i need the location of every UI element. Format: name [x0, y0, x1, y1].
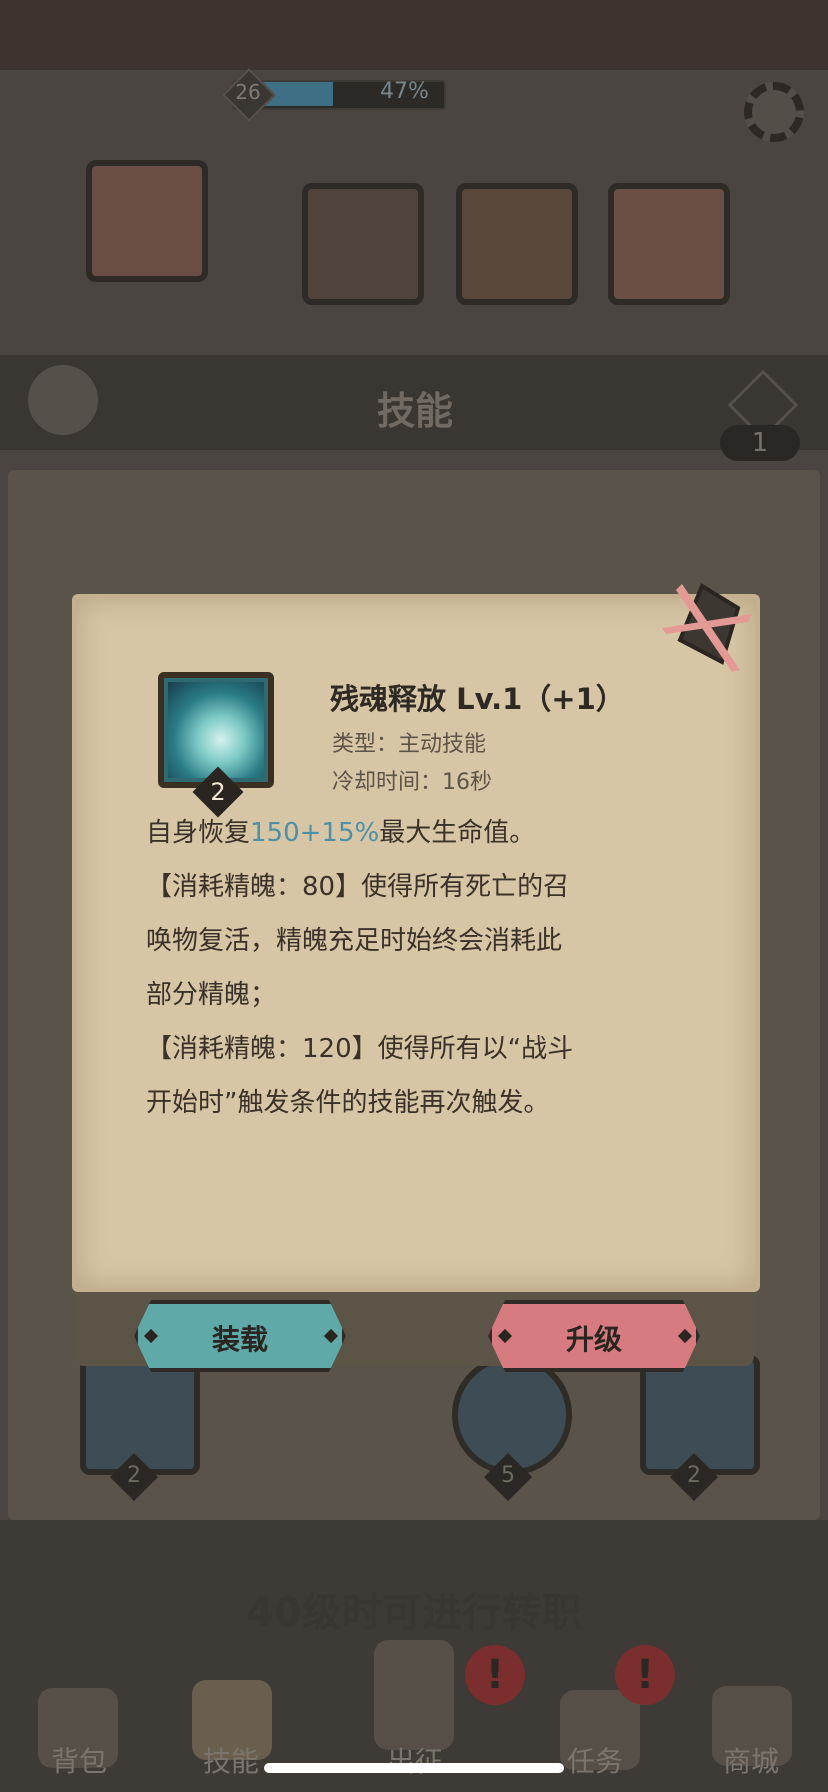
nav-skills[interactable]: 技能 [176, 1740, 286, 1780]
tree-slot-1-level: 2 [127, 1463, 141, 1488]
xp-percent: 47% [380, 79, 429, 104]
skill-detail-modal: 2 残魂释放 Lv.1（+1） 类型：主动技能 冷却时间：16秒 自身恢复150… [62, 583, 760, 1426]
skill-name: 残魂释放 Lv.1（+1） [330, 682, 625, 716]
home-indicator[interactable] [264, 1763, 564, 1773]
nav-shop[interactable]: 商城 [696, 1740, 806, 1780]
skill-cooldown: 冷却时间：16秒 [332, 770, 492, 795]
alert-icon: ! [465, 1645, 525, 1705]
hero-slot-4[interactable] [608, 183, 730, 305]
nav-expedition[interactable]: 出征 [360, 1740, 470, 1780]
description-line: 开始时”触发条件的技能再次触发。 [146, 1088, 550, 1118]
close-icon[interactable] [652, 574, 760, 682]
description-partial-line: 自身恢复150+15%最大生命值。 [146, 818, 646, 860]
skill-icon-level: 2 [210, 778, 226, 806]
tree-slot-2-level: 5 [501, 1463, 515, 1488]
description-line: 部分精魄； [146, 980, 277, 1010]
sword-icon[interactable] [374, 1640, 454, 1750]
description-line: 【消耗精魄：120】使得所有以“战斗 [146, 1034, 574, 1064]
tree-slot-3-level: 2 [687, 1463, 701, 1488]
description-line: 唤物复活，精魄充足时始终会消耗此 [146, 926, 563, 956]
player-level: 26 [235, 80, 261, 104]
description-line: 【消耗精魄：80】使得所有死亡的召 [146, 872, 570, 902]
top-strip [0, 0, 828, 70]
skill-description: 自身恢复150+15%最大生命值。 【消耗精魄：80】使得所有死亡的召 唤物复活… [146, 818, 646, 1130]
desc-highlight-value: 150+15% [250, 818, 380, 848]
desc-partial-rest: 最大生命值。 [379, 818, 536, 848]
gear-icon[interactable] [744, 82, 804, 142]
hero-slot-3[interactable] [456, 183, 578, 305]
desc-partial-text: 自身恢复 [146, 818, 251, 848]
page-title: 技能 [376, 389, 453, 433]
hero-slot-1[interactable] [86, 160, 208, 282]
equip-button[interactable]: 装载 [134, 1300, 346, 1372]
job-change-notice: 40级时可进行转职 [246, 1590, 582, 1636]
skill-vortex-icon [168, 682, 264, 778]
nav-backpack[interactable]: 背包 [24, 1740, 134, 1780]
nav-quests[interactable]: 任务 [540, 1740, 650, 1780]
hero-slot-2[interactable] [302, 183, 424, 305]
skill-type: 类型：主动技能 [332, 732, 487, 757]
alert-icon: ! [615, 1645, 675, 1705]
upgrade-button[interactable]: 升级 [488, 1300, 700, 1372]
skill-point-count: 1 [720, 425, 800, 461]
skill-description-scroll[interactable]: 自身恢复150+15%最大生命值。 【消耗精魄：80】使得所有死亡的召 唤物复活… [122, 818, 712, 1238]
refresh-icon[interactable] [28, 365, 98, 435]
